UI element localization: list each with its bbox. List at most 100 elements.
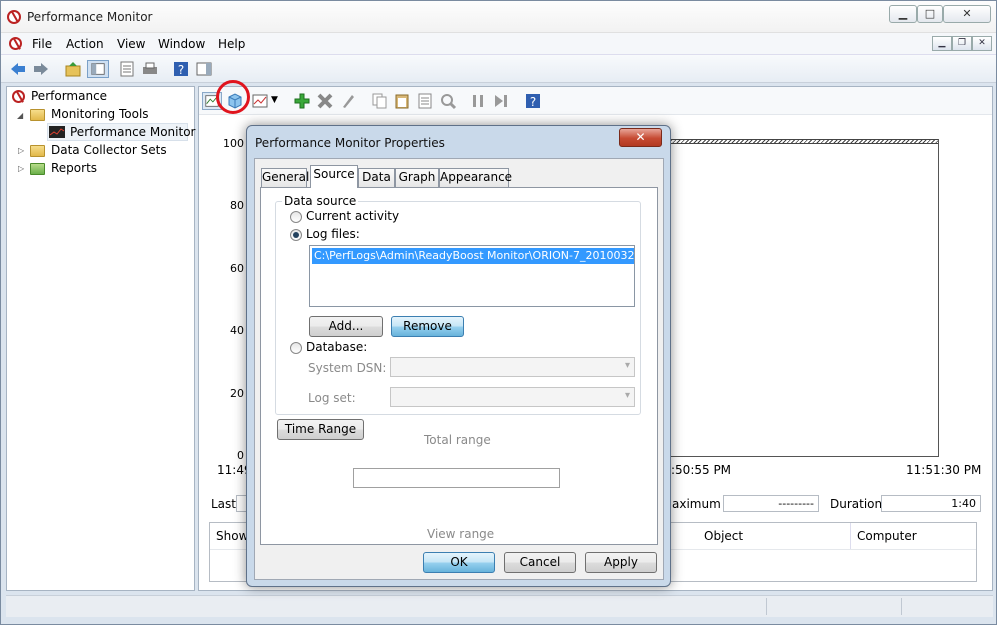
tree-item-performance[interactable]: Performance (31, 89, 107, 103)
annotation-circle (216, 80, 250, 114)
menu-file[interactable]: File (32, 37, 52, 51)
back-arrow-icon[interactable] (9, 60, 27, 78)
expand-triangle-icon[interactable]: ▷ (18, 146, 24, 155)
log-files-radio[interactable] (290, 229, 302, 241)
freeze-display-icon[interactable] (469, 92, 487, 110)
tree-item-performance-monitor[interactable]: Performance Monitor (70, 125, 195, 139)
main-toolbar: ? (1, 55, 996, 83)
copy-properties-icon[interactable] (371, 92, 389, 110)
current-activity-radio[interactable] (290, 211, 302, 223)
menu-action[interactable]: Action (66, 37, 104, 51)
status-divider (901, 598, 902, 615)
y-tick-label: 80 (230, 199, 244, 212)
data-source-group: Data source Current activity Log files: … (275, 194, 641, 415)
reports-folder-icon (30, 163, 45, 175)
total-range-label: Total range (424, 433, 491, 447)
maximize-button[interactable]: □ (917, 5, 943, 23)
svg-text:?: ? (530, 95, 536, 109)
collapse-triangle-icon[interactable]: ◢ (17, 111, 23, 120)
properties-icon[interactable] (416, 92, 434, 110)
up-folder-icon[interactable] (64, 60, 82, 78)
time-range-button[interactable]: Time Range (277, 419, 364, 440)
tab-general[interactable]: General (261, 168, 309, 187)
cancel-button[interactable]: Cancel (504, 552, 576, 573)
system-dsn-combo[interactable] (390, 357, 635, 377)
data-source-label: Data source (282, 194, 359, 208)
graph-toolbar: ▼ ? (199, 87, 992, 115)
dialog-client-area: General Source Data Graph Appearance Dat… (254, 158, 664, 580)
window-title: Performance Monitor (27, 10, 153, 24)
mdi-minimize-button[interactable]: ▁ (932, 36, 952, 51)
database-radio[interactable] (290, 342, 302, 354)
svg-text:?: ? (178, 63, 184, 77)
graph-type-dropdown-icon[interactable]: ▼ (271, 95, 278, 105)
minimize-button[interactable]: ▁ (889, 5, 917, 23)
maximum-label: aximum (672, 497, 721, 511)
delete-counter-icon[interactable] (316, 92, 334, 110)
show-hide-console-tree-icon[interactable] (87, 60, 109, 78)
y-tick-label: 100 (223, 137, 244, 150)
tree-item-data-collector-sets[interactable]: Data Collector Sets (51, 143, 167, 157)
log-files-label[interactable]: Log files: (306, 227, 360, 241)
ok-button[interactable]: OK (423, 552, 495, 573)
update-data-icon[interactable] (492, 92, 510, 110)
system-dsn-label: System DSN: (308, 361, 387, 375)
column-header-show[interactable]: Show (210, 523, 250, 549)
log-set-combo[interactable] (390, 387, 635, 407)
current-activity-label[interactable]: Current activity (306, 209, 399, 223)
close-button[interactable]: ✕ (943, 5, 991, 23)
duration-value: 1:40 (881, 495, 981, 512)
tab-source[interactable]: Source (310, 165, 358, 188)
dialog-title: Performance Monitor Properties (255, 136, 445, 150)
change-graph-type-icon[interactable] (251, 92, 269, 110)
status-bar (6, 595, 993, 617)
system-menu-icon[interactable] (9, 37, 22, 50)
last-label: Last (211, 497, 236, 511)
forward-arrow-icon[interactable] (32, 60, 50, 78)
performance-graph-icon (49, 126, 65, 138)
source-tab-page: Data source Current activity Log files: … (260, 187, 658, 545)
print-icon[interactable] (141, 60, 159, 78)
zoom-icon[interactable] (439, 92, 457, 110)
dialog-close-button[interactable]: ✕ (619, 128, 662, 147)
properties-dialog: Performance Monitor Properties ✕ General… (246, 125, 671, 587)
add-counter-icon[interactable] (293, 92, 311, 110)
status-divider (766, 598, 767, 615)
menu-bar: File Action View Window Help ▁ ❐ ✕ (1, 33, 996, 55)
log-set-label: Log set: (308, 391, 356, 405)
mdi-close-button[interactable]: ✕ (972, 36, 992, 51)
folder-icon (30, 145, 45, 157)
tab-appearance[interactable]: Appearance (439, 168, 512, 187)
menu-help[interactable]: Help (218, 37, 245, 51)
remove-button[interactable]: Remove (391, 316, 464, 337)
tab-data[interactable]: Data (358, 168, 395, 187)
log-file-item[interactable]: C:\PerfLogs\Admin\ReadyBoost Monitor\ORI… (312, 248, 634, 264)
time-range-slider[interactable] (353, 468, 560, 488)
y-tick-label: 0 (237, 449, 244, 462)
database-label[interactable]: Database: (306, 340, 367, 354)
x-axis-mid-label: :50:55 PM (671, 463, 732, 477)
apply-button[interactable]: Apply (585, 552, 657, 573)
menu-view[interactable]: View (117, 37, 145, 51)
duration-label: Duration (830, 497, 883, 511)
tree-item-reports[interactable]: Reports (51, 161, 97, 175)
help-icon[interactable]: ? (524, 92, 542, 110)
paste-counter-list-icon[interactable] (393, 92, 411, 110)
expand-triangle-icon[interactable]: ▷ (18, 164, 24, 173)
folder-icon (30, 109, 45, 121)
view-range-label: View range (427, 527, 495, 541)
mdi-restore-button[interactable]: ❐ (952, 36, 972, 51)
show-hide-action-pane-icon[interactable] (195, 60, 213, 78)
menu-window[interactable]: Window (158, 37, 205, 51)
highlight-icon[interactable] (339, 92, 357, 110)
tree-item-monitoring-tools[interactable]: Monitoring Tools (51, 107, 149, 121)
console-tree: Performance ◢ Monitoring Tools Performan… (6, 86, 195, 591)
properties-icon[interactable] (118, 60, 136, 78)
column-header-computer[interactable]: Computer (851, 523, 977, 549)
log-files-list[interactable]: C:\PerfLogs\Admin\ReadyBoost Monitor\ORI… (309, 245, 635, 307)
help-icon[interactable]: ? (172, 60, 190, 78)
tab-graph[interactable]: Graph (395, 168, 439, 187)
add-button[interactable]: Add... (309, 316, 383, 337)
column-header-object[interactable]: Object (698, 523, 851, 549)
y-tick-label: 20 (230, 387, 244, 400)
